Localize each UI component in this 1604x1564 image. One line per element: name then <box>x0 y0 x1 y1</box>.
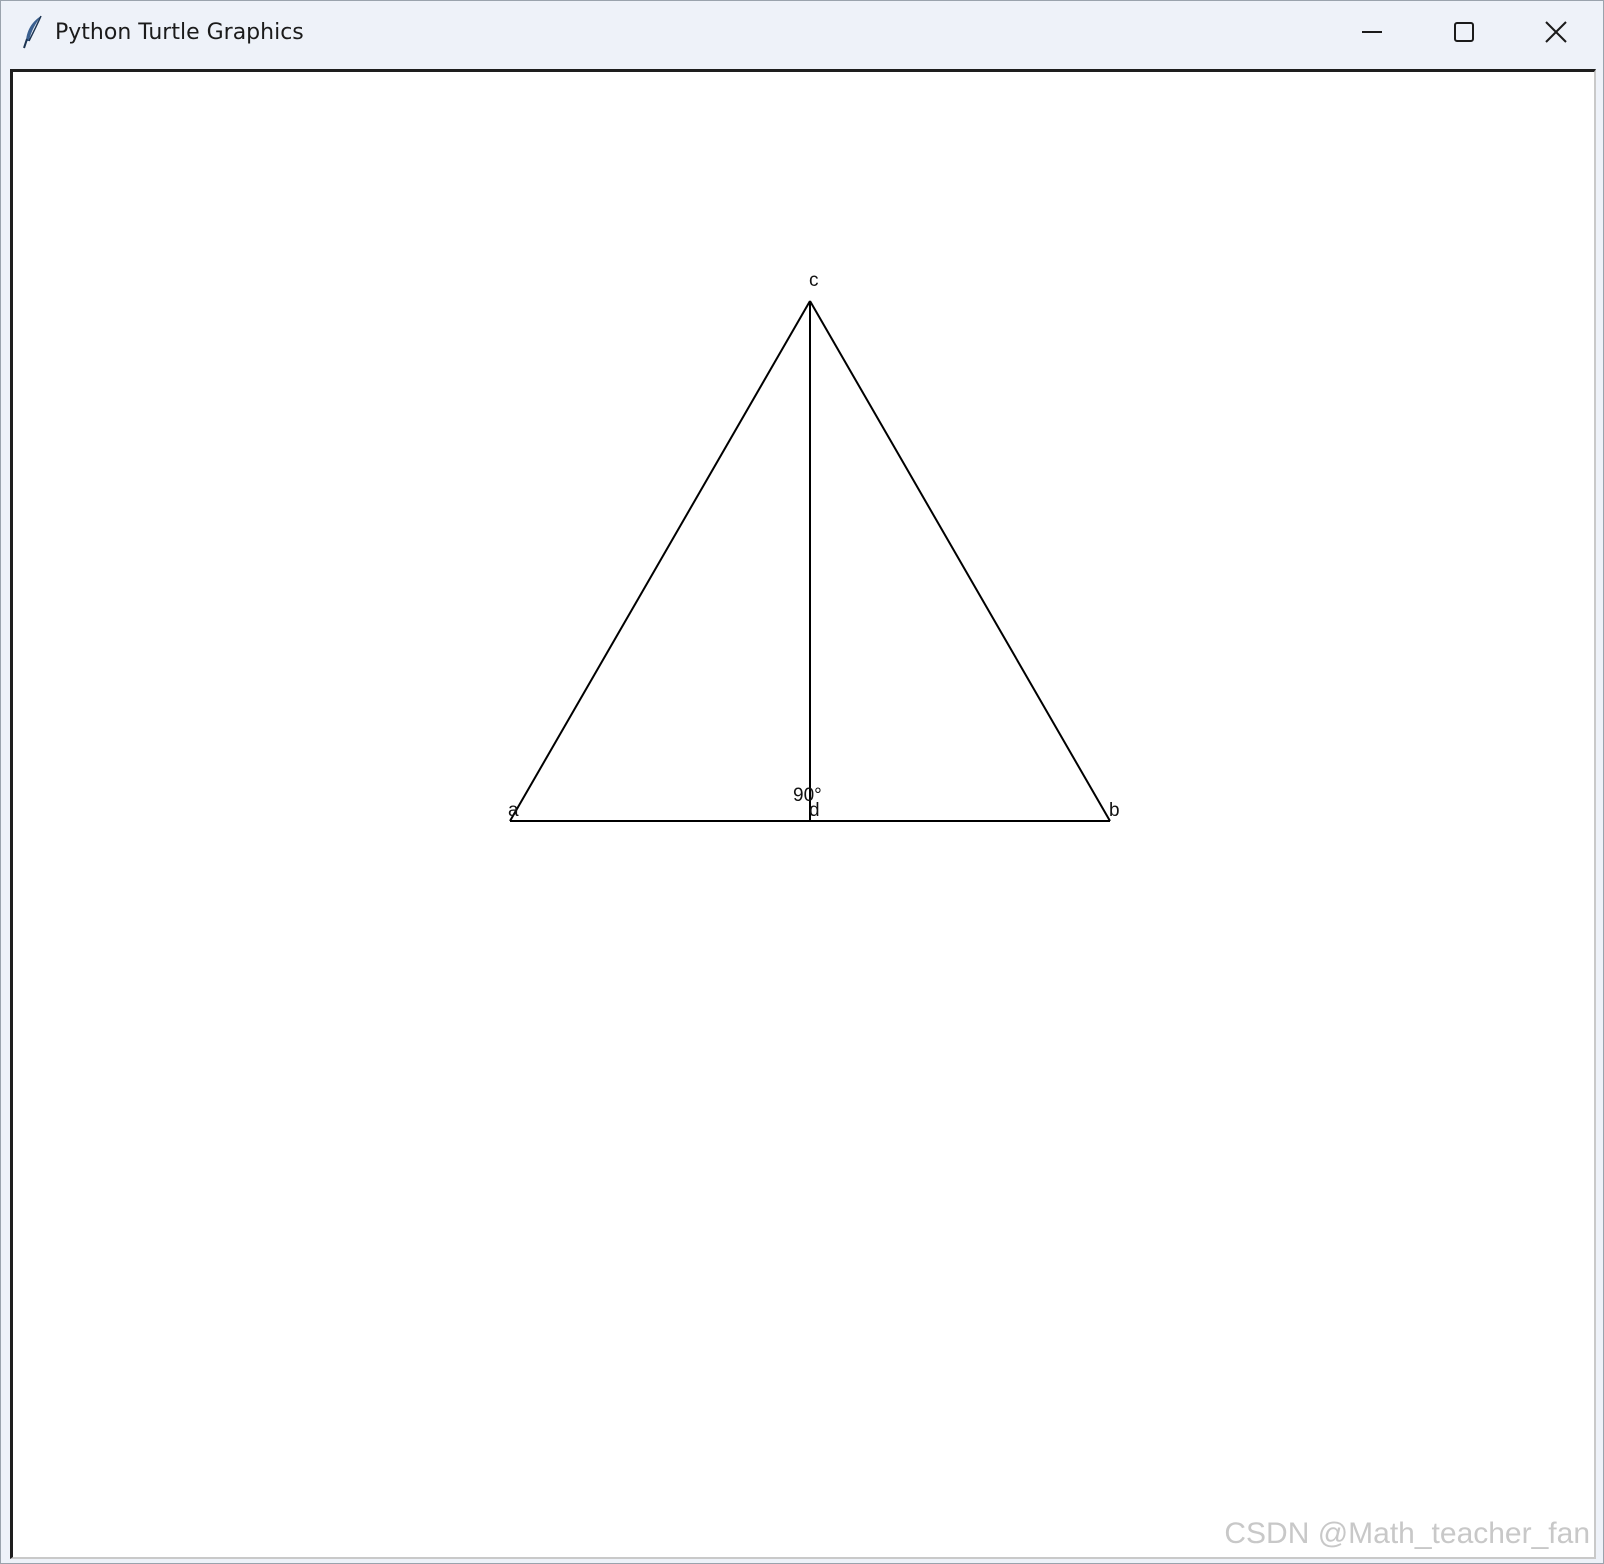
close-icon <box>1545 21 1567 43</box>
turtle-canvas-frame: c a b d 90° CSDN @Math_teacher_fan <box>10 69 1596 1559</box>
turtle-window: Python Turtle Graphics c a b d 90° CSDN … <box>0 0 1604 1564</box>
minimize-icon <box>1362 31 1382 33</box>
triangle-figure <box>509 300 1111 822</box>
label-a: a <box>508 800 519 821</box>
turtle-canvas[interactable]: c a b d 90° <box>13 72 1594 1557</box>
watermark-text: CSDN @Math_teacher_fan <box>1224 1517 1590 1550</box>
title-bar[interactable]: Python Turtle Graphics <box>1 1 1603 65</box>
feather-icon <box>23 15 42 49</box>
label-b: b <box>1109 800 1120 821</box>
side-cb <box>809 300 1111 822</box>
close-button[interactable] <box>1510 1 1602 63</box>
maximize-icon <box>1454 22 1474 42</box>
label-c: c <box>809 270 819 291</box>
window-title: Python Turtle Graphics <box>55 20 304 45</box>
label-angle: 90° <box>793 785 822 806</box>
side-ac <box>509 300 811 822</box>
minimize-button[interactable] <box>1326 1 1418 63</box>
maximize-button[interactable] <box>1418 1 1510 63</box>
